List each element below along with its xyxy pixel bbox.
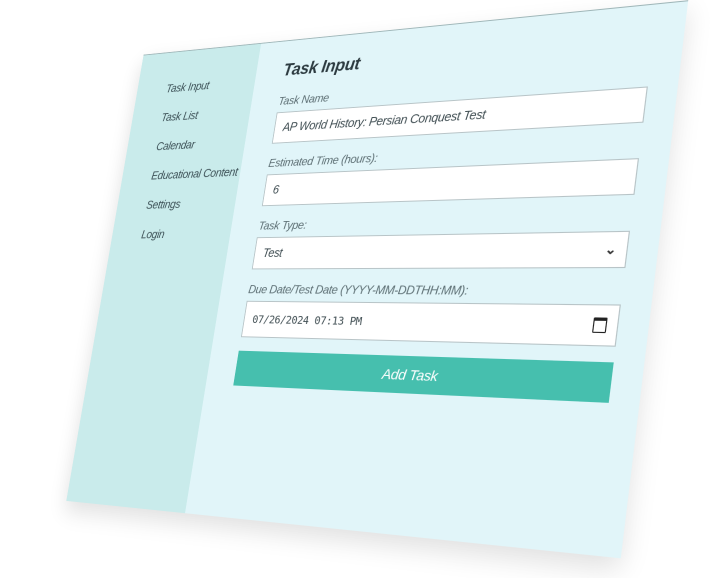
main-content: Task Input Task Name Estimated Time (hou… xyxy=(185,1,688,558)
due-date-value: 07/26/2024 07:13 PM xyxy=(252,313,363,328)
stage: Task Input Task List Calendar Educationa… xyxy=(0,0,713,578)
due-date-label: Due Date/Test Date (YYYY-MM-DDTHH:MM): xyxy=(248,283,624,299)
sidebar-item-login[interactable]: Login xyxy=(110,218,233,250)
task-form: Task Name Estimated Time (hours): Task T… xyxy=(233,66,650,403)
sidebar-item-settings[interactable]: Settings xyxy=(115,188,238,222)
chevron-down-icon: ⌄ xyxy=(604,242,617,257)
task-type-select[interactable]: Test ⌄ xyxy=(252,231,630,270)
app-window: Task Input Task List Calendar Educationa… xyxy=(66,0,688,558)
add-task-button[interactable]: Add Task xyxy=(233,351,613,403)
calendar-icon[interactable] xyxy=(592,317,608,333)
sidebar-item-educational-content[interactable]: Educational Content xyxy=(120,157,243,192)
task-type-label: Task Type: xyxy=(258,210,633,232)
due-date-input[interactable]: 07/26/2024 07:13 PM xyxy=(241,301,621,347)
task-type-selected-value: Test xyxy=(262,246,283,260)
